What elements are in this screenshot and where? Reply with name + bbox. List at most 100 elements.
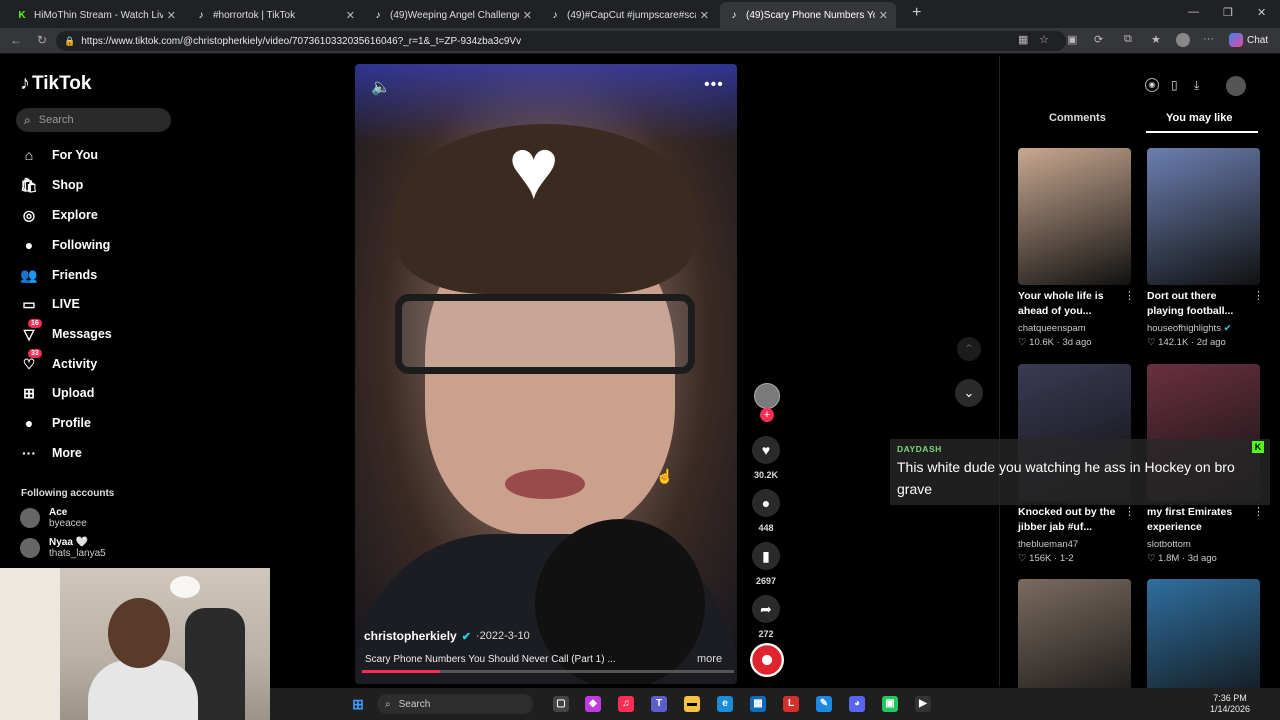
- file-explorer-icon[interactable]: ▬: [684, 696, 700, 712]
- clock-date: 1/14/2026: [1210, 704, 1251, 714]
- reader-icon[interactable]: ▦: [1018, 33, 1028, 46]
- browser-tab[interactable]: ♪ #horrortok | TikTok ✕: [187, 2, 363, 28]
- download-icon[interactable]: ⤓: [1194, 78, 1199, 93]
- media-app-icon[interactable]: ▶: [915, 696, 931, 712]
- following-account[interactable]: Nyaa 🤍 thats_lanya5: [20, 537, 106, 559]
- sidebar-item-live[interactable]: ▭ LIVE: [20, 295, 79, 313]
- sidebar-item-for-you[interactable]: ⌂ For You: [20, 146, 98, 164]
- caption-more-link[interactable]: more: [697, 653, 722, 665]
- compass-icon: ◎: [22, 206, 36, 223]
- tab-comments[interactable]: Comments: [1049, 112, 1106, 124]
- card-title[interactable]: Your whole life is ahead of you...: [1018, 289, 1123, 319]
- card-title[interactable]: Dort out there playing football...: [1147, 289, 1252, 319]
- card-title[interactable]: my first Emirates experience: [1147, 505, 1252, 535]
- device-icon[interactable]: ▯: [1171, 78, 1178, 92]
- video-thumbnail[interactable]: [1147, 148, 1260, 285]
- save-button[interactable]: ▮ 2697: [751, 542, 781, 586]
- card-options-icon[interactable]: ⋮: [1124, 289, 1135, 302]
- system-clock[interactable]: 7:36 PM 1/14/2026: [1210, 693, 1250, 715]
- share-button[interactable]: ➦ 272: [751, 595, 781, 639]
- heart-outline-icon: ♡: [1147, 337, 1156, 348]
- reload-icon[interactable]: ↻: [37, 33, 47, 47]
- like-count: 30.2K: [753, 470, 779, 480]
- discord-app-icon[interactable]: ◕: [849, 696, 865, 712]
- sidebar-item-profile[interactable]: ● Profile: [20, 414, 91, 432]
- sidebar-item-messages[interactable]: ▽ 16 Messages: [20, 319, 112, 343]
- music-app-icon[interactable]: ♫: [618, 696, 634, 712]
- extensions-puzzle-icon[interactable]: ⧉: [1124, 33, 1132, 46]
- browser-tab[interactable]: ♪ (49)#CapCut #jumpscare#scary#s ✕: [541, 2, 717, 28]
- comment-count: 448: [758, 523, 774, 533]
- following-accounts-heading: Following accounts: [21, 488, 115, 499]
- card-options-icon[interactable]: ⋮: [1124, 505, 1135, 518]
- address-bar[interactable]: 🔒 https://www.tiktok.com/@christopherkie…: [56, 31, 1066, 51]
- card-options-icon[interactable]: ⋮: [1253, 505, 1264, 518]
- green-app-icon[interactable]: ▣: [882, 696, 898, 712]
- teams-app-icon[interactable]: T: [651, 696, 667, 712]
- account-name: Nyaa 🤍: [49, 537, 89, 548]
- blue-app-icon[interactable]: ✎: [816, 696, 832, 712]
- browser-menu-icon[interactable]: ···: [1203, 33, 1214, 45]
- follow-plus-icon[interactable]: +: [760, 408, 774, 422]
- tab-close-icon[interactable]: ✕: [700, 9, 709, 22]
- search-input[interactable]: ⌕ Search: [16, 108, 171, 132]
- minimize-button[interactable]: —: [1188, 6, 1199, 18]
- favorites-icon[interactable]: ★: [1151, 33, 1161, 46]
- video-options-icon[interactable]: •••: [704, 76, 724, 94]
- comment-button[interactable]: ● 448: [751, 489, 781, 533]
- copilot-chat-button[interactable]: Chat: [1229, 33, 1268, 47]
- video-progress-bar[interactable]: [362, 670, 734, 673]
- card-options-icon[interactable]: ⋮: [1253, 289, 1264, 302]
- sidebar-item-friends[interactable]: 👥 Friends: [20, 266, 97, 284]
- account-name: Ace: [49, 507, 68, 518]
- refresh-ext-icon[interactable]: ⟳: [1094, 33, 1103, 46]
- red-l-app-icon[interactable]: L: [783, 696, 799, 712]
- close-window-button[interactable]: ✕: [1257, 6, 1266, 19]
- sidebar-item-activity[interactable]: ♡ 33 Activity: [20, 349, 97, 373]
- windows-start-icon[interactable]: ⊞: [350, 696, 366, 712]
- taskbar-search[interactable]: ⌕ Search: [377, 694, 533, 714]
- following-account[interactable]: Ace byeacee: [20, 507, 87, 529]
- sidebar-item-following[interactable]: ● Following: [20, 236, 111, 254]
- sidebar-item-shop[interactable]: 🛍 Shop: [20, 176, 83, 194]
- copilot-app-icon[interactable]: ◆: [585, 696, 601, 712]
- music-disc-icon[interactable]: [750, 643, 784, 677]
- user-avatar[interactable]: [1226, 76, 1246, 96]
- sidebar-item-explore[interactable]: ◎ Explore: [20, 206, 98, 224]
- back-icon[interactable]: ←: [10, 33, 22, 47]
- new-tab-button[interactable]: +: [912, 4, 921, 22]
- tiktok-logo[interactable]: ♪ TikTok: [20, 72, 91, 95]
- video-thumbnail[interactable]: [1018, 148, 1131, 285]
- tab-you-may-like[interactable]: You may like: [1166, 112, 1232, 124]
- extension-icon[interactable]: ▣: [1067, 33, 1077, 46]
- card-author[interactable]: theblueman47: [1018, 539, 1078, 550]
- browser-tab[interactable]: ♪ (49)Scary Phone Numbers You Sh ✕: [720, 2, 896, 28]
- next-video-chevron-down-icon[interactable]: ⌄: [955, 379, 983, 407]
- video-author[interactable]: christopherkiely: [364, 629, 457, 643]
- card-author[interactable]: houseofhighlights ✔: [1147, 323, 1232, 334]
- task-view-icon[interactable]: ▢: [553, 696, 569, 712]
- browser-profile-avatar[interactable]: [1176, 33, 1190, 47]
- tab-close-icon[interactable]: ✕: [879, 9, 888, 22]
- favorite-star-icon[interactable]: ☆: [1039, 33, 1049, 46]
- card-title[interactable]: Knocked out by the jibber jab #uf...: [1018, 505, 1123, 535]
- volume-icon[interactable]: 🔈: [371, 77, 391, 97]
- tab-close-icon[interactable]: ✕: [346, 9, 355, 22]
- sidebar-item-upload[interactable]: ⊞ Upload: [20, 384, 94, 402]
- edge-browser-icon[interactable]: e: [717, 696, 733, 712]
- card-author[interactable]: chatqueenspam: [1018, 323, 1086, 334]
- sidebar-item-label: Messages: [52, 327, 112, 341]
- like-button[interactable]: ♥ 30.2K: [751, 436, 781, 480]
- tab-title: HiMoThin Stream - Watch Live on: [34, 9, 163, 21]
- browser-tab[interactable]: K HiMoThin Stream - Watch Live on ✕: [8, 2, 184, 28]
- card-author[interactable]: slotbottom: [1147, 539, 1191, 550]
- tab-close-icon[interactable]: ✕: [523, 9, 532, 22]
- creator-avatar[interactable]: [754, 383, 780, 409]
- tab-close-icon[interactable]: ✕: [167, 9, 176, 22]
- store-app-icon[interactable]: ▦: [750, 696, 766, 712]
- maximize-button[interactable]: ❐: [1223, 6, 1233, 19]
- sidebar-item-more[interactable]: ··· More: [20, 444, 82, 462]
- compass-small-icon[interactable]: ◉: [1145, 78, 1159, 92]
- previous-video-chevron-up-icon[interactable]: ⌃: [957, 337, 981, 361]
- browser-tab[interactable]: ♪ (49)Weeping Angel Challenge for ✕: [364, 2, 540, 28]
